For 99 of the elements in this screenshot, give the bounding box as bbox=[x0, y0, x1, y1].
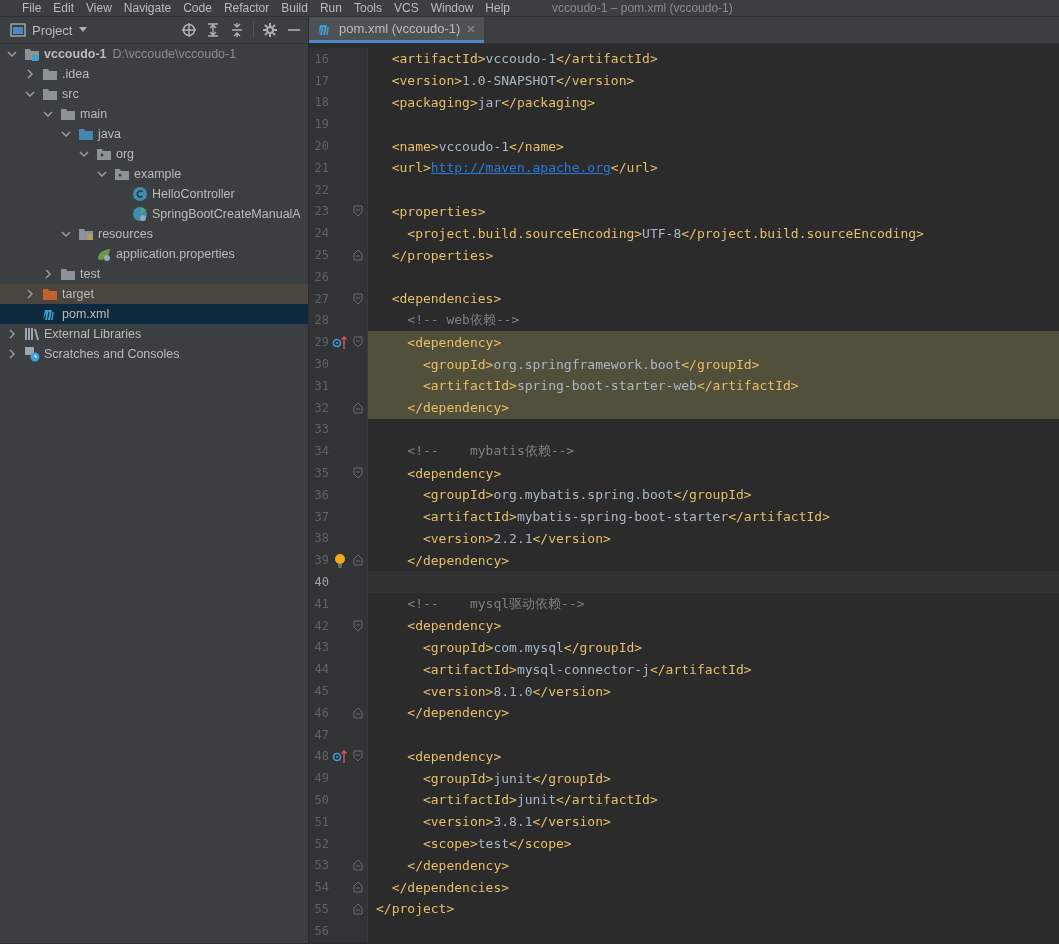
lightbulb-icon[interactable] bbox=[332, 552, 348, 569]
tree-item[interactable]: main bbox=[0, 104, 308, 124]
folder-icon bbox=[60, 266, 76, 282]
line-number: 40 bbox=[313, 575, 329, 589]
tree-item[interactable]: External Libraries bbox=[0, 324, 308, 344]
override-icon[interactable] bbox=[332, 748, 348, 765]
tree-item[interactable]: org bbox=[0, 144, 308, 164]
menu-item[interactable]: Tools bbox=[353, 1, 382, 15]
fold-icon[interactable] bbox=[352, 292, 364, 305]
menu-item[interactable]: VCS bbox=[393, 1, 419, 15]
tree-item[interactable]: example bbox=[0, 164, 308, 184]
fold-icon[interactable] bbox=[352, 336, 364, 349]
collapse-all-icon[interactable] bbox=[229, 22, 245, 38]
fold-icon[interactable] bbox=[352, 467, 364, 480]
menu-item[interactable]: Refactor bbox=[223, 1, 270, 15]
code-line: </project> bbox=[375, 900, 456, 919]
tree-item[interactable]: target bbox=[0, 284, 308, 304]
code-line: <groupId>org.mybatis.spring.boot</groupId> bbox=[421, 486, 753, 505]
code-line: <version>2.2.1</version> bbox=[421, 529, 612, 548]
code-line: <name>vccoudo-1</name> bbox=[390, 137, 565, 156]
window-title: vccoudo-1 – pom.xml (vccoudo-1) bbox=[552, 1, 733, 15]
tree-item[interactable]: java bbox=[0, 124, 308, 144]
code-line: <!-- mybatis依赖--> bbox=[406, 442, 576, 461]
code-line: <url>http://maven.apache.org</url> bbox=[390, 159, 659, 178]
tree-item[interactable]: src bbox=[0, 84, 308, 104]
fold-icon[interactable] bbox=[352, 859, 364, 872]
menu-item[interactable]: Code bbox=[183, 1, 212, 15]
code-line: <properties> bbox=[390, 202, 487, 221]
code-line: <artifactId>junit</artifactId> bbox=[421, 791, 659, 810]
code-line: <groupId>junit</groupId> bbox=[421, 769, 612, 788]
tree-item[interactable]: Scratches and Consoles bbox=[0, 344, 308, 364]
expand-all-icon[interactable] bbox=[205, 22, 221, 38]
fold-icon[interactable] bbox=[352, 619, 364, 632]
clock-icon bbox=[24, 346, 40, 362]
settings-icon[interactable] bbox=[262, 22, 278, 38]
window-icon bbox=[10, 22, 26, 38]
code-line: <version>8.1.0</version> bbox=[421, 682, 612, 701]
code-line: <dependency> bbox=[406, 617, 503, 636]
tree-item[interactable]: vccoudo-1 D:\vccoude\vccoudo-1 bbox=[0, 44, 308, 64]
code-line: <artifactId>mybatis-spring-boot-starter</artifactId> bbox=[421, 508, 831, 527]
tree-item[interactable]: .idea bbox=[0, 64, 308, 84]
class-icon bbox=[132, 186, 148, 202]
source-folder-icon bbox=[78, 126, 94, 142]
tree-item[interactable]: HelloController bbox=[0, 184, 308, 204]
fold-icon[interactable] bbox=[352, 249, 364, 262]
code-line: <artifactId>vccoudo-1</artifactId> bbox=[390, 50, 659, 69]
fold-icon[interactable] bbox=[352, 706, 364, 719]
menu-item[interactable]: Build bbox=[281, 1, 308, 15]
code-line: <!-- mysql驱动依赖--> bbox=[406, 594, 586, 613]
module-folder-icon bbox=[24, 46, 40, 62]
code-line: </dependency> bbox=[406, 856, 511, 875]
fold-icon[interactable] bbox=[352, 902, 364, 915]
menu-item[interactable]: Run bbox=[319, 1, 342, 15]
menu-item[interactable]: View bbox=[86, 1, 112, 15]
fold-icon[interactable] bbox=[352, 554, 364, 567]
code-line: <groupId>com.mysql</groupId> bbox=[421, 638, 644, 657]
tree-item[interactable]: resources bbox=[0, 224, 308, 244]
code-line: <dependency> bbox=[406, 747, 503, 766]
tree-item[interactable]: pom.xml bbox=[0, 304, 308, 324]
folder-icon bbox=[42, 286, 58, 302]
tree-item[interactable]: application.properties bbox=[0, 244, 308, 264]
code-line: </properties> bbox=[390, 246, 495, 265]
library-icon bbox=[24, 326, 40, 342]
project-view-dropdown[interactable]: Project bbox=[10, 22, 89, 38]
code-line: <artifactId>mysql-connector-j</artifactId> bbox=[421, 660, 753, 679]
fold-icon[interactable] bbox=[352, 750, 364, 763]
code-line: <project.build.sourceEncoding>UTF-8</project.build.sourceEncoding> bbox=[406, 224, 925, 243]
menu-item[interactable]: Navigate bbox=[123, 1, 172, 15]
code-line: <dependencies> bbox=[390, 290, 503, 309]
close-icon[interactable] bbox=[466, 23, 477, 34]
fold-icon[interactable] bbox=[352, 401, 364, 414]
folder-icon bbox=[42, 66, 58, 82]
code-line: <version>3.8.1</version> bbox=[421, 813, 612, 832]
menu-item[interactable]: Edit bbox=[53, 1, 75, 15]
editor-tab[interactable]: pom.xml (vccoudo-1) bbox=[309, 17, 485, 43]
folder-icon bbox=[42, 86, 58, 102]
locate-icon[interactable] bbox=[181, 22, 197, 38]
class-icon bbox=[132, 206, 148, 222]
fold-icon[interactable] bbox=[352, 205, 364, 218]
folder-icon bbox=[60, 106, 76, 122]
code-line: <!-- web依赖--> bbox=[406, 311, 521, 330]
menu-item[interactable]: Help bbox=[485, 1, 511, 15]
code-line: </dependencies> bbox=[390, 878, 511, 897]
code-line: <dependency> bbox=[406, 464, 503, 483]
leaf-icon bbox=[96, 246, 112, 262]
code-line: <version>1.0-SNAPSHOT</version> bbox=[390, 72, 636, 91]
fold-icon[interactable] bbox=[352, 881, 364, 894]
tree-item[interactable]: SpringBootCreateManualA bbox=[0, 204, 308, 224]
resources-folder-icon bbox=[78, 226, 94, 242]
code-line: </dependency> bbox=[406, 551, 511, 570]
package-folder-icon bbox=[114, 166, 130, 182]
package-folder-icon bbox=[96, 146, 112, 162]
menu-item[interactable]: Window bbox=[430, 1, 474, 15]
tree-item[interactable]: test bbox=[0, 264, 308, 284]
code-line: <packaging>jar</packaging> bbox=[390, 94, 597, 112]
menu-item[interactable]: File bbox=[22, 1, 42, 15]
code-line: </dependency> bbox=[406, 704, 511, 723]
code-line: <scope>test</scope> bbox=[421, 835, 573, 854]
override-icon[interactable] bbox=[332, 334, 348, 351]
